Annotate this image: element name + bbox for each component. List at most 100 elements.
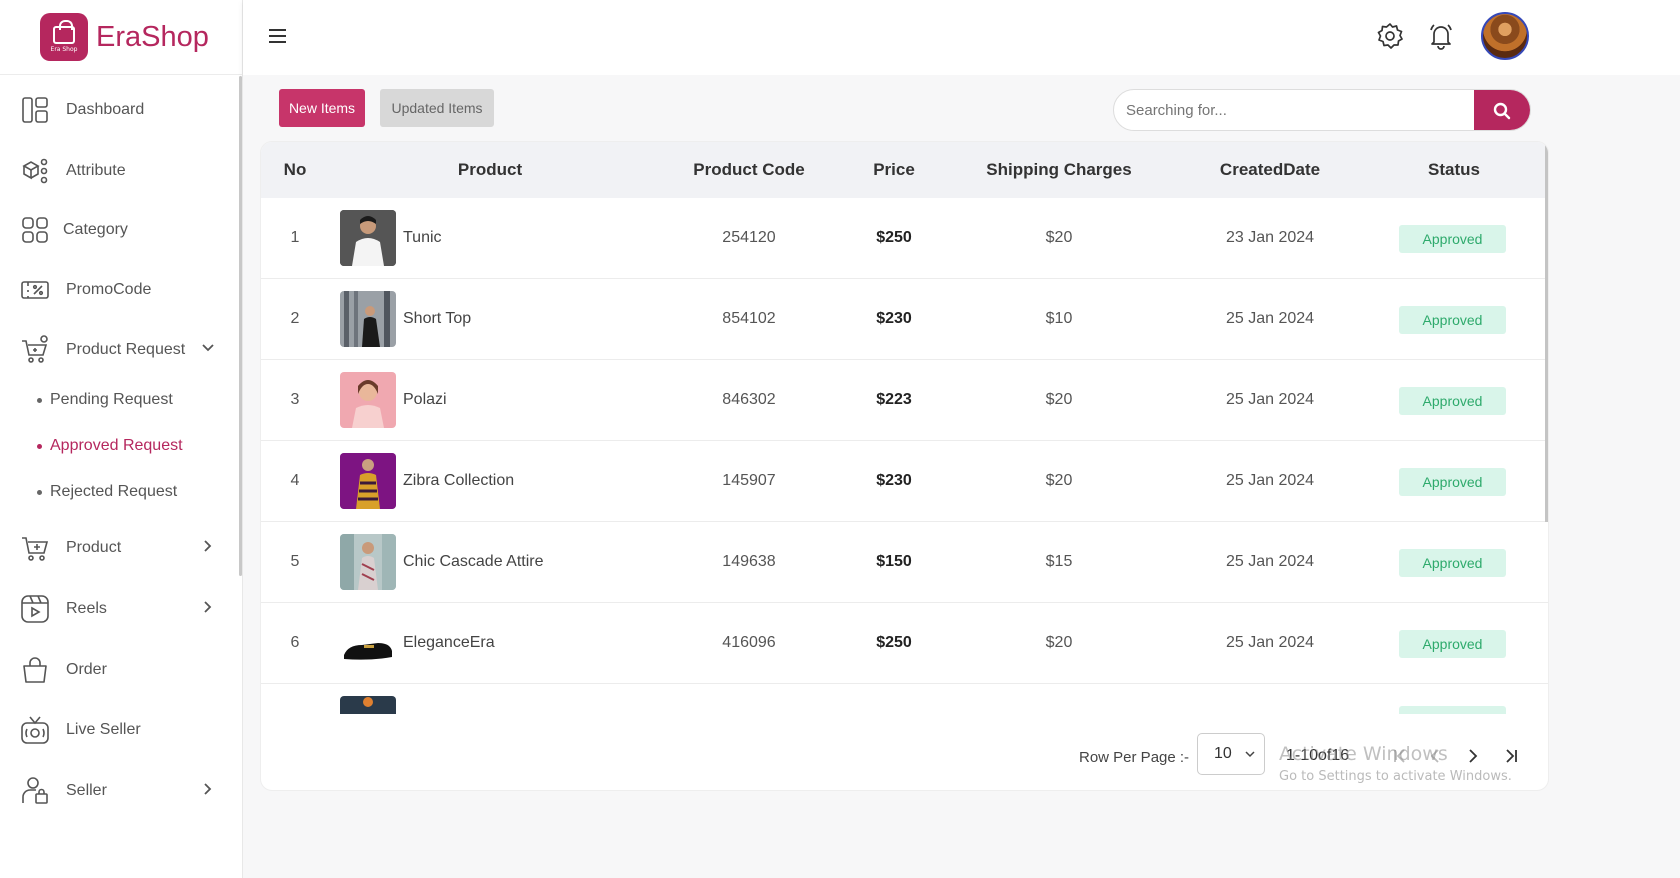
- tab-updated-items[interactable]: Updated Items: [380, 89, 494, 127]
- prev-page-icon[interactable]: [1426, 747, 1444, 765]
- table-row[interactable]: 3 Polazi 846302 $223 $20 25 Jan 2024 App…: [261, 360, 1548, 441]
- cell-created-date: 25 Jan 2024: [1225, 391, 1315, 408]
- sidebar-scrollbar[interactable]: [239, 76, 242, 576]
- status-badge: Approved: [1399, 387, 1506, 415]
- rows-per-page-value: 10: [1214, 745, 1232, 762]
- product-thumbnail: [340, 453, 396, 509]
- sidebar-item-label: Category: [63, 221, 128, 238]
- cell-price: $230: [876, 310, 912, 327]
- top-header: [243, 0, 1680, 75]
- cell-no: 5: [290, 553, 300, 570]
- sidebar-subitem-approved-request[interactable]: Approved Request: [37, 437, 183, 455]
- sidebar-subitem-rejected-request[interactable]: Rejected Request: [37, 483, 177, 501]
- shop-bag-logo-icon: Era Shop: [40, 13, 88, 61]
- sidebar-item-category[interactable]: Category: [20, 210, 128, 250]
- cell-no: 2: [290, 310, 300, 327]
- table-row[interactable]: 4 Zibra Collection 145907 $230 $20 25 Ja…: [261, 441, 1548, 522]
- sidebar-item-seller[interactable]: Seller: [20, 771, 230, 811]
- tab-new-items[interactable]: New Items: [279, 89, 365, 127]
- cell-no: 1: [290, 229, 300, 246]
- product-thumbnail: [340, 210, 396, 266]
- cell-shipping: $20: [1045, 391, 1073, 408]
- sidebar-item-label: Reels: [66, 600, 107, 617]
- column-header-price: Price: [873, 160, 915, 179]
- search-button[interactable]: [1474, 90, 1530, 130]
- cell-created-date: 25 Jan 2024: [1225, 634, 1315, 651]
- chevron-right-icon: [204, 540, 212, 552]
- product-name: Tunic: [403, 229, 442, 246]
- menu-icon[interactable]: [269, 29, 286, 43]
- chevron-right-icon: [204, 601, 212, 613]
- product-icon: [22, 537, 49, 561]
- search-icon: [1493, 102, 1511, 120]
- cell-product-code: 254120: [722, 229, 776, 246]
- column-header-product: Product: [457, 160, 523, 179]
- cell-product-code: 145907: [722, 472, 776, 489]
- sidebar: Era Shop EraShop Dashboard Attribute Cat…: [0, 0, 243, 878]
- bullet-dot: [37, 397, 42, 403]
- sidebar-item-promocode[interactable]: PromoCode: [20, 270, 151, 310]
- cell-product-code: 854102: [722, 310, 776, 327]
- sidebar-item-product[interactable]: Product: [20, 528, 230, 568]
- brand[interactable]: Era Shop EraShop: [0, 0, 242, 75]
- cell-no: 4: [290, 472, 300, 489]
- status-badge: Approved: [1399, 306, 1506, 334]
- product-thumbnail: [340, 291, 396, 347]
- bullet-dot: [37, 443, 42, 449]
- sidebar-item-product-request[interactable]: Product Request: [20, 330, 230, 370]
- sidebar-subitem-label: Rejected Request: [50, 483, 178, 500]
- sidebar-item-label: PromoCode: [66, 281, 152, 298]
- table-header: No Product Product Code Price Shipping C…: [261, 142, 1548, 198]
- search-input[interactable]: [1114, 90, 1474, 130]
- bell-icon[interactable]: [1427, 22, 1455, 50]
- product-thumbnail: [340, 534, 396, 590]
- first-page-icon[interactable]: [1391, 747, 1409, 765]
- table-row[interactable]: 1 Tunic 254120 $250 $20 23 Jan 2024 Appr…: [261, 198, 1548, 279]
- rows-per-page-select[interactable]: 10: [1197, 733, 1265, 775]
- next-page-icon[interactable]: [1464, 747, 1482, 765]
- cell-created-date: 23 Jan 2024: [1225, 229, 1315, 246]
- sidebar-item-label: Attribute: [66, 162, 126, 179]
- table-row[interactable]: 2 Short Top 854102 $230 $10 25 Jan 2024 …: [261, 279, 1548, 360]
- table-scrollbar[interactable]: [1545, 142, 1548, 522]
- avatar[interactable]: [1481, 12, 1529, 60]
- column-header-shipping-charges: Shipping Charges: [986, 160, 1132, 179]
- column-header-status: Status: [1428, 160, 1480, 179]
- brand-name: EraShop: [96, 20, 209, 53]
- cell-price: $250: [876, 229, 912, 246]
- pagination-range: 1-10of16: [1286, 747, 1350, 764]
- last-page-icon[interactable]: [1502, 747, 1520, 765]
- sidebar-item-label: Seller: [66, 782, 107, 799]
- sidebar-subitem-pending-request[interactable]: Pending Request: [37, 391, 173, 409]
- cell-shipping: $10: [1045, 310, 1073, 327]
- sidebar-item-label: Product: [66, 539, 122, 556]
- table-row[interactable]: 5 Chic Cascade Attire 149638 $150 $15 25…: [261, 522, 1548, 603]
- live-tv-icon: [21, 716, 49, 744]
- cell-no: 3: [290, 391, 300, 408]
- sidebar-item-live-seller[interactable]: Live Seller: [20, 710, 141, 750]
- product-thumbnail: [340, 696, 396, 714]
- cell-product-code: 416096: [722, 634, 776, 651]
- table-row[interactable]: 6 EleganceEra 416096 $250 $20 25 Jan 202…: [261, 603, 1548, 684]
- sidebar-item-order[interactable]: Order: [20, 650, 107, 690]
- status-badge: Approved: [1399, 468, 1506, 496]
- bullet-dot: [37, 489, 42, 495]
- status-badge: Approved: [1399, 630, 1506, 658]
- category-icon: [22, 217, 48, 243]
- sidebar-item-label: Live Seller: [66, 721, 141, 738]
- product-name: Zibra Collection: [403, 472, 515, 489]
- dashboard-icon: [22, 97, 48, 123]
- cell-shipping: $20: [1045, 229, 1073, 246]
- chevron-right-icon: [204, 783, 212, 795]
- table-row[interactable]: [261, 684, 1548, 714]
- cell-created-date: 25 Jan 2024: [1225, 472, 1315, 489]
- sidebar-item-dashboard[interactable]: Dashboard: [20, 90, 144, 130]
- column-header-created-date: CreatedDate: [1219, 160, 1321, 179]
- sidebar-subitem-label: Pending Request: [50, 391, 173, 408]
- sidebar-item-attribute[interactable]: Attribute: [20, 151, 126, 191]
- cell-shipping: $20: [1045, 472, 1073, 489]
- product-name: Polazi: [403, 391, 447, 408]
- sidebar-item-reels[interactable]: Reels: [20, 589, 230, 629]
- settings-icon[interactable]: [1376, 22, 1404, 50]
- status-badge: [1399, 706, 1506, 714]
